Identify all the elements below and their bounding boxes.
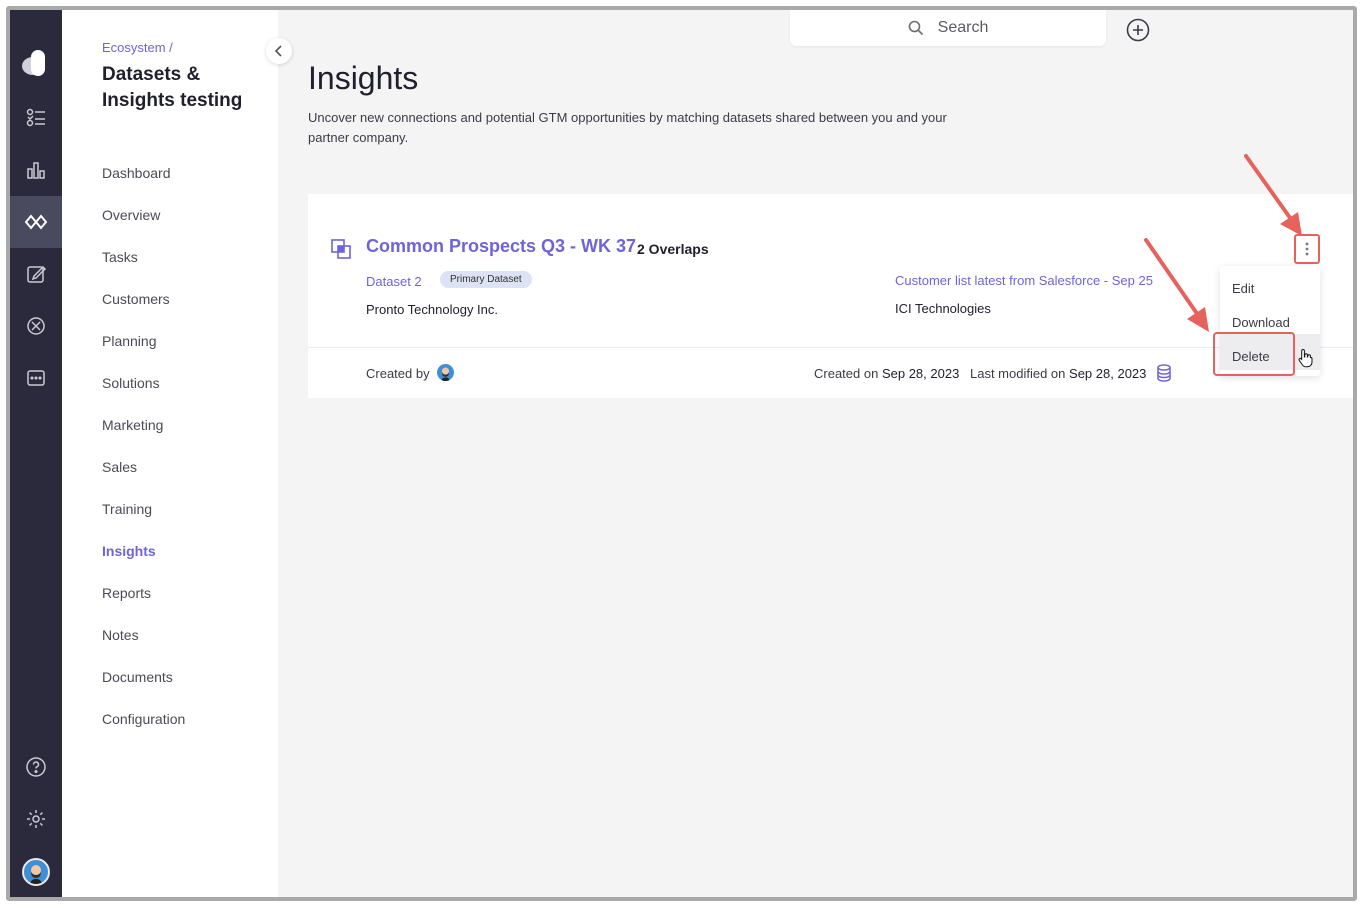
arrow-to-kebab: [1244, 154, 1302, 236]
annotation-arrows: [1144, 154, 1302, 332]
app-window: Ecosystem / Datasets & Insights testing …: [6, 6, 1357, 901]
arrow-to-delete: [1144, 238, 1209, 332]
